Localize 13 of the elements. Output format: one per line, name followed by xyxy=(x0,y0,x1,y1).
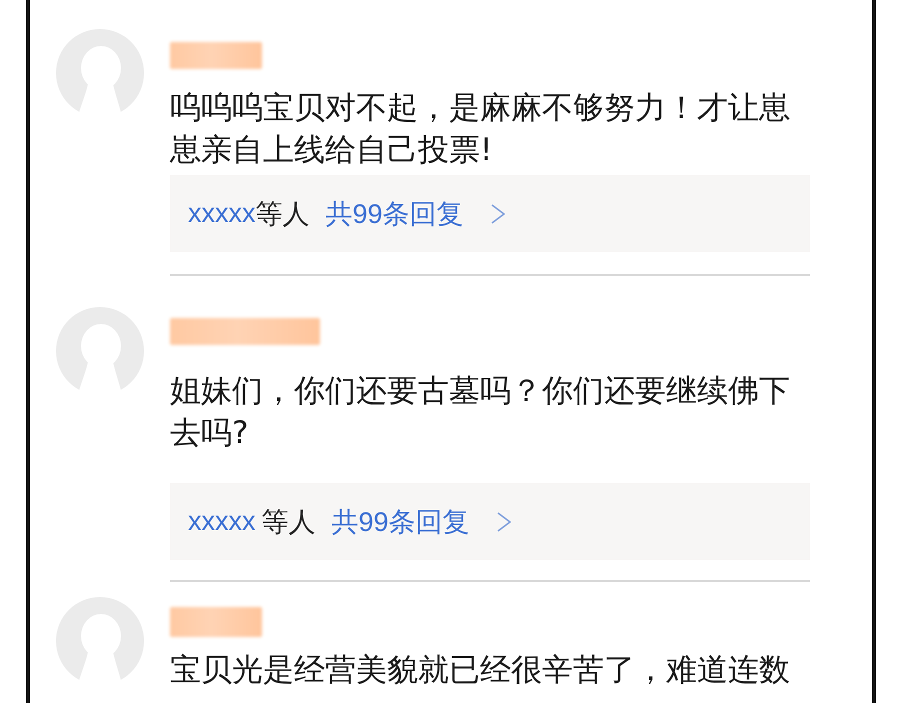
others-label: 等人 xyxy=(262,506,316,538)
others-label: 等人 xyxy=(256,198,310,230)
reply-summary-box[interactable]: xxxxx等人 共99条回复 xyxy=(170,175,810,252)
chevron-right-icon[interactable] xyxy=(496,512,511,532)
username-link[interactable]: xxxxx xyxy=(188,198,256,229)
reply-count-link[interactable]: 共99条回复 xyxy=(332,504,470,540)
reply-summary-box[interactable]: xxxxx 等人 共99条回复 xyxy=(170,483,810,560)
reply-count-link[interactable]: 共99条回复 xyxy=(326,196,464,232)
comment-text: 姐妹们，你们还要古墓吗？你们还要继续佛下去吗? xyxy=(170,372,791,453)
chevron-right-icon[interactable] xyxy=(490,204,505,224)
username-link[interactable]: xxxxx xyxy=(188,506,256,537)
comment-text: 呜呜呜宝贝对不起，是麻麻不够努力！才让崽崽亲自上线给自己投票! xyxy=(170,89,791,170)
comment-text: 宝贝光是经营美貌就已经很辛苦了，难道连数 xyxy=(170,651,791,690)
